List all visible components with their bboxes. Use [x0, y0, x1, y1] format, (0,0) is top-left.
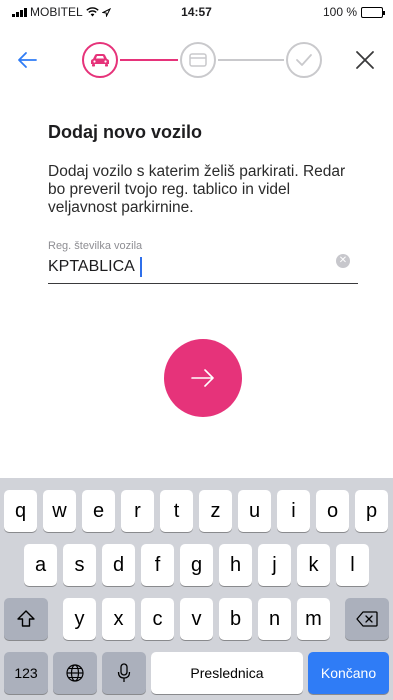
- clear-icon: ✕: [338, 255, 348, 266]
- key-b[interactable]: b: [219, 598, 252, 640]
- key-f[interactable]: f: [141, 544, 174, 586]
- key-s[interactable]: s: [63, 544, 96, 586]
- key-u[interactable]: u: [238, 490, 271, 532]
- step-payment: [180, 42, 216, 78]
- close-button[interactable]: [351, 46, 379, 74]
- key-k[interactable]: k: [297, 544, 330, 586]
- key-a[interactable]: a: [24, 544, 57, 586]
- backspace-icon: [356, 611, 378, 627]
- step-confirm: [286, 42, 322, 78]
- checkmark-icon: [296, 54, 312, 66]
- text-caret: [140, 257, 142, 277]
- car-icon: [91, 54, 109, 67]
- top-navigation: [0, 40, 393, 84]
- key-r[interactable]: r: [121, 490, 154, 532]
- battery-status: 100 %: [322, 5, 385, 19]
- plate-number-field: Reg. številka vozila ✕: [48, 240, 358, 284]
- plate-number-input[interactable]: [48, 256, 328, 278]
- status-bar: MOBITEL 14:57 100 %: [0, 0, 393, 22]
- page-title: Dodaj novo vozilo: [48, 122, 203, 142]
- globe-icon: [66, 664, 84, 682]
- key-p[interactable]: p: [355, 490, 388, 532]
- back-arrow-icon: [18, 52, 37, 68]
- key-y[interactable]: y: [63, 598, 96, 640]
- dictation-key[interactable]: [102, 652, 146, 694]
- key-t[interactable]: t: [160, 490, 193, 532]
- globe-key[interactable]: [53, 652, 97, 694]
- next-button[interactable]: [164, 339, 242, 417]
- key-x[interactable]: x: [102, 598, 135, 640]
- space-key[interactable]: Preslednica: [151, 652, 303, 694]
- key-c[interactable]: c: [141, 598, 174, 640]
- key-q[interactable]: q: [4, 490, 37, 532]
- key-g[interactable]: g: [180, 544, 213, 586]
- step-connector-1: [120, 59, 178, 61]
- backspace-key[interactable]: [345, 598, 389, 640]
- card-icon: [189, 53, 207, 67]
- key-o[interactable]: o: [316, 490, 349, 532]
- key-v[interactable]: v: [180, 598, 213, 640]
- key-n[interactable]: n: [258, 598, 291, 640]
- clear-input-button[interactable]: ✕: [336, 254, 350, 268]
- key-d[interactable]: d: [102, 544, 135, 586]
- key-j[interactable]: j: [258, 544, 291, 586]
- step-connector-2: [218, 59, 284, 61]
- key-m[interactable]: m: [297, 598, 330, 640]
- done-key[interactable]: Končano: [308, 652, 389, 694]
- key-l[interactable]: l: [336, 544, 369, 586]
- page-description: Dodaj vozilo s katerim želiš parkirati. …: [48, 163, 346, 216]
- close-icon: [356, 51, 374, 69]
- key-i[interactable]: i: [277, 490, 310, 532]
- plate-number-label: Reg. številka vozila: [48, 240, 143, 252]
- key-z[interactable]: z: [199, 490, 232, 532]
- back-button[interactable]: [14, 46, 42, 74]
- key-w[interactable]: w: [43, 490, 76, 532]
- microphone-icon: [117, 663, 131, 682]
- key-e[interactable]: e: [82, 490, 115, 532]
- step-vehicle: [82, 42, 118, 78]
- numbers-key[interactable]: 123: [4, 652, 48, 694]
- battery-percent: 100 %: [322, 5, 357, 19]
- keyboard: q w e r t z u i o p a s d f g h j k l y …: [0, 478, 393, 700]
- battery-icon: [361, 6, 385, 18]
- key-h[interactable]: h: [219, 544, 252, 586]
- arrow-right-icon: [191, 369, 214, 387]
- shift-key[interactable]: [4, 598, 48, 640]
- shift-icon: [17, 610, 35, 627]
